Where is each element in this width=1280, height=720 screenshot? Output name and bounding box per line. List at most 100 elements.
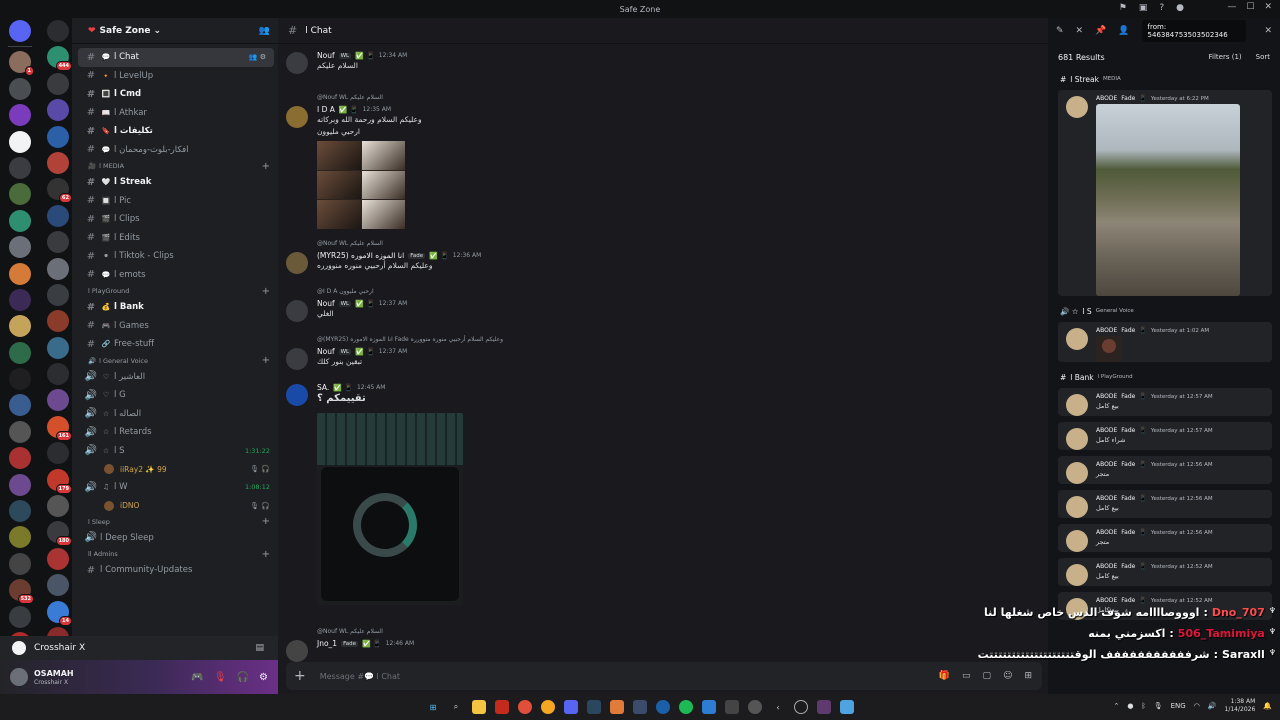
channel-item[interactable]: # 🔗 Free-stuff — [72, 335, 278, 354]
avatar[interactable] — [286, 384, 308, 406]
inbox-icon[interactable]: ⚑ — [1119, 3, 1127, 13]
bluetooth-icon[interactable]: ᛒ — [1142, 702, 1146, 710]
members-icon[interactable]: 👤 — [1118, 26, 1129, 36]
avatar[interactable] — [286, 348, 308, 370]
channel-item[interactable]: 🔊 ♡ l G — [72, 386, 278, 405]
result-card[interactable]: ABODE Fade 📱 Yesterday at 12:57 AM بيع كامل — [1058, 388, 1272, 416]
rail.badges_col_b-server-icon[interactable]: 14 — [47, 600, 72, 626]
channel-item[interactable]: # 📖 l Athkar — [72, 104, 278, 123]
rail.badges_col_a-server-icon[interactable] — [9, 20, 31, 42]
add-member-icon[interactable]: 👥 — [259, 26, 270, 36]
channel-item[interactable]: # 🔳 l Cmd — [72, 85, 278, 104]
avatar[interactable] — [286, 106, 308, 128]
sort-button[interactable]: Sort — [1256, 53, 1270, 61]
rail.badges_col_b-server-icon[interactable] — [47, 547, 69, 570]
avatar[interactable] — [286, 640, 308, 662]
rail.badges_col_a-server-icon[interactable] — [9, 156, 31, 179]
app-icon[interactable] — [725, 700, 739, 714]
app-icon[interactable] — [702, 700, 716, 714]
reply-preview[interactable]: @Nouf WL السلام عليكم — [317, 628, 986, 638]
rail.badges_col_b-server-icon[interactable]: 62 — [47, 178, 72, 204]
avatar[interactable] — [286, 300, 308, 322]
channel-item[interactable]: # 💰 l Bank — [72, 298, 278, 317]
reply-preview[interactable]: @I D A ارحبي مليوون — [317, 288, 986, 298]
add-channel-icon[interactable]: + — [262, 549, 270, 560]
app-icon[interactable] — [495, 700, 509, 714]
channel-item[interactable]: 🔊 ☆ l الصاله — [72, 405, 278, 424]
rail.badges_col_b-server-icon[interactable]: 161 — [47, 415, 72, 441]
channel-settings-icon[interactable]: 👥 ⚙ — [249, 53, 266, 61]
clock[interactable]: 1:38 AM 1/14/2026 — [1225, 698, 1256, 714]
spotify-icon[interactable] — [679, 700, 693, 714]
category-sleep[interactable]: l Sleep + — [72, 515, 278, 529]
channel-item[interactable]: # 🎮 l Games — [72, 317, 278, 336]
rail.badges_col_b-server-icon[interactable] — [47, 626, 69, 636]
rail.badges_col_a-server-icon[interactable]: 532 — [9, 579, 34, 605]
channel-item[interactable]: # 🎬 l Edits — [72, 229, 278, 248]
rail.badges_col_b-server-icon[interactable] — [47, 125, 69, 148]
author-name[interactable]: Nouf — [317, 51, 335, 60]
add-channel-icon[interactable]: + — [262, 286, 270, 297]
author-name[interactable]: Nouf — [317, 299, 335, 308]
avatar[interactable] — [10, 668, 28, 686]
channel-item[interactable]: # 🔸 l LevelUp — [72, 67, 278, 86]
rail.badges_col_a-server-icon[interactable] — [9, 183, 31, 206]
rail.badges_col_a-server-icon[interactable] — [9, 447, 31, 470]
rail.badges_col_a-server-icon[interactable] — [9, 130, 31, 153]
result-card[interactable]: ABODE Fade 📱 Yesterday at 12:57 AM شراء كامل — [1058, 422, 1272, 450]
sticker-icon[interactable]: ▢ — [983, 671, 992, 681]
server-header[interactable]: ❤ Safe Zone ⌄ 👥 — [72, 18, 278, 44]
category-admins[interactable]: ll Admins + — [72, 547, 278, 561]
author-name[interactable]: SA. — [317, 383, 329, 392]
avatar[interactable] — [286, 252, 308, 274]
add-attachment-icon[interactable]: + — [294, 668, 306, 684]
activity-icon[interactable]: ● — [1176, 3, 1184, 13]
rail.badges_col_a-server-icon[interactable] — [9, 420, 31, 443]
pin-icon[interactable]: 📌 — [1095, 26, 1106, 36]
channel-item[interactable]: # 🎬 l Clips — [72, 210, 278, 229]
rail.badges_col_b-server-icon[interactable] — [47, 389, 69, 412]
channel-item[interactable]: # 💬 l emots — [72, 266, 278, 285]
channel-item[interactable]: # 💬 l Chat 👥 ⚙ — [78, 48, 274, 67]
rail.badges_col_a-server-icon[interactable] — [9, 526, 31, 549]
overlay-icon[interactable]: ▤ — [255, 643, 264, 653]
rail.badges_col_b-server-icon[interactable] — [47, 72, 69, 95]
rail.badges_col_a-server-icon[interactable] — [9, 315, 31, 338]
rail.badges_col_a-server-icon[interactable]: 1 — [9, 51, 34, 77]
file-explorer-icon[interactable] — [472, 700, 486, 714]
app-icon[interactable] — [794, 700, 808, 714]
notepad-icon[interactable] — [840, 700, 854, 714]
app-icon[interactable]: ‹ — [771, 700, 785, 714]
rail.badges_col_b-server-icon[interactable] — [47, 99, 69, 122]
rail.badges_col_a-server-icon[interactable] — [9, 77, 31, 100]
author-name[interactable]: I D A — [317, 105, 335, 114]
mute-mic-icon[interactable]: 🎙 — [214, 672, 227, 683]
reply-preview[interactable]: @(MYR25) انا الموزه الاموره Fade وعليكم … — [317, 336, 986, 346]
category-playground[interactable]: l PlayGround + — [72, 284, 278, 298]
search-input[interactable]: from: 546384753503502346 — [1141, 20, 1247, 42]
avatar[interactable] — [286, 52, 308, 74]
result-channel-header[interactable]: # l Streak MEDIA — [1048, 70, 1280, 88]
rail.badges_col_b-server-icon[interactable] — [47, 574, 69, 597]
app-icon[interactable] — [817, 700, 831, 714]
app-icon[interactable] — [748, 700, 762, 714]
notification-icon[interactable]: 🔔 — [1263, 702, 1272, 710]
image-attachment[interactable] — [317, 413, 463, 605]
add-channel-icon[interactable]: + — [262, 355, 270, 366]
voice-user[interactable]: iiRay2 ✨ 99 🎙 🎧 — [72, 460, 278, 478]
author-name[interactable]: (MYR25) انا الموزه الاموره — [317, 251, 404, 260]
channel-item[interactable]: # ⚫ l Tiktok - Clips — [72, 247, 278, 266]
image-attachment[interactable] — [1096, 336, 1122, 362]
activity-panel[interactable]: Crosshair X ▤ — [0, 636, 278, 660]
result-card[interactable]: ABODE Fade 📱 Yesterday at 12:56 AM بيع كامل — [1058, 490, 1272, 518]
channel-item[interactable]: # 🤍 l Streak — [72, 173, 278, 192]
rail.badges_col_b-server-icon[interactable] — [47, 336, 69, 359]
rail.badges_col_a-server-icon[interactable] — [9, 236, 31, 259]
result-card[interactable]: ABODE Fade 📱 Yesterday at 12:56 AM متجر — [1058, 456, 1272, 484]
channel-community-updates[interactable]: # l Community-Updates — [72, 561, 278, 580]
rail.badges_col_b-server-icon[interactable] — [47, 204, 69, 227]
channel-item[interactable]: # 🔲 l Pic — [72, 192, 278, 211]
start-icon[interactable]: ⊞ — [426, 700, 440, 714]
gif-icon[interactable]: ▭ — [962, 671, 971, 681]
result-card[interactable]: ABODE Fade 📱 Yesterday at 6:22 PM — [1058, 90, 1272, 296]
